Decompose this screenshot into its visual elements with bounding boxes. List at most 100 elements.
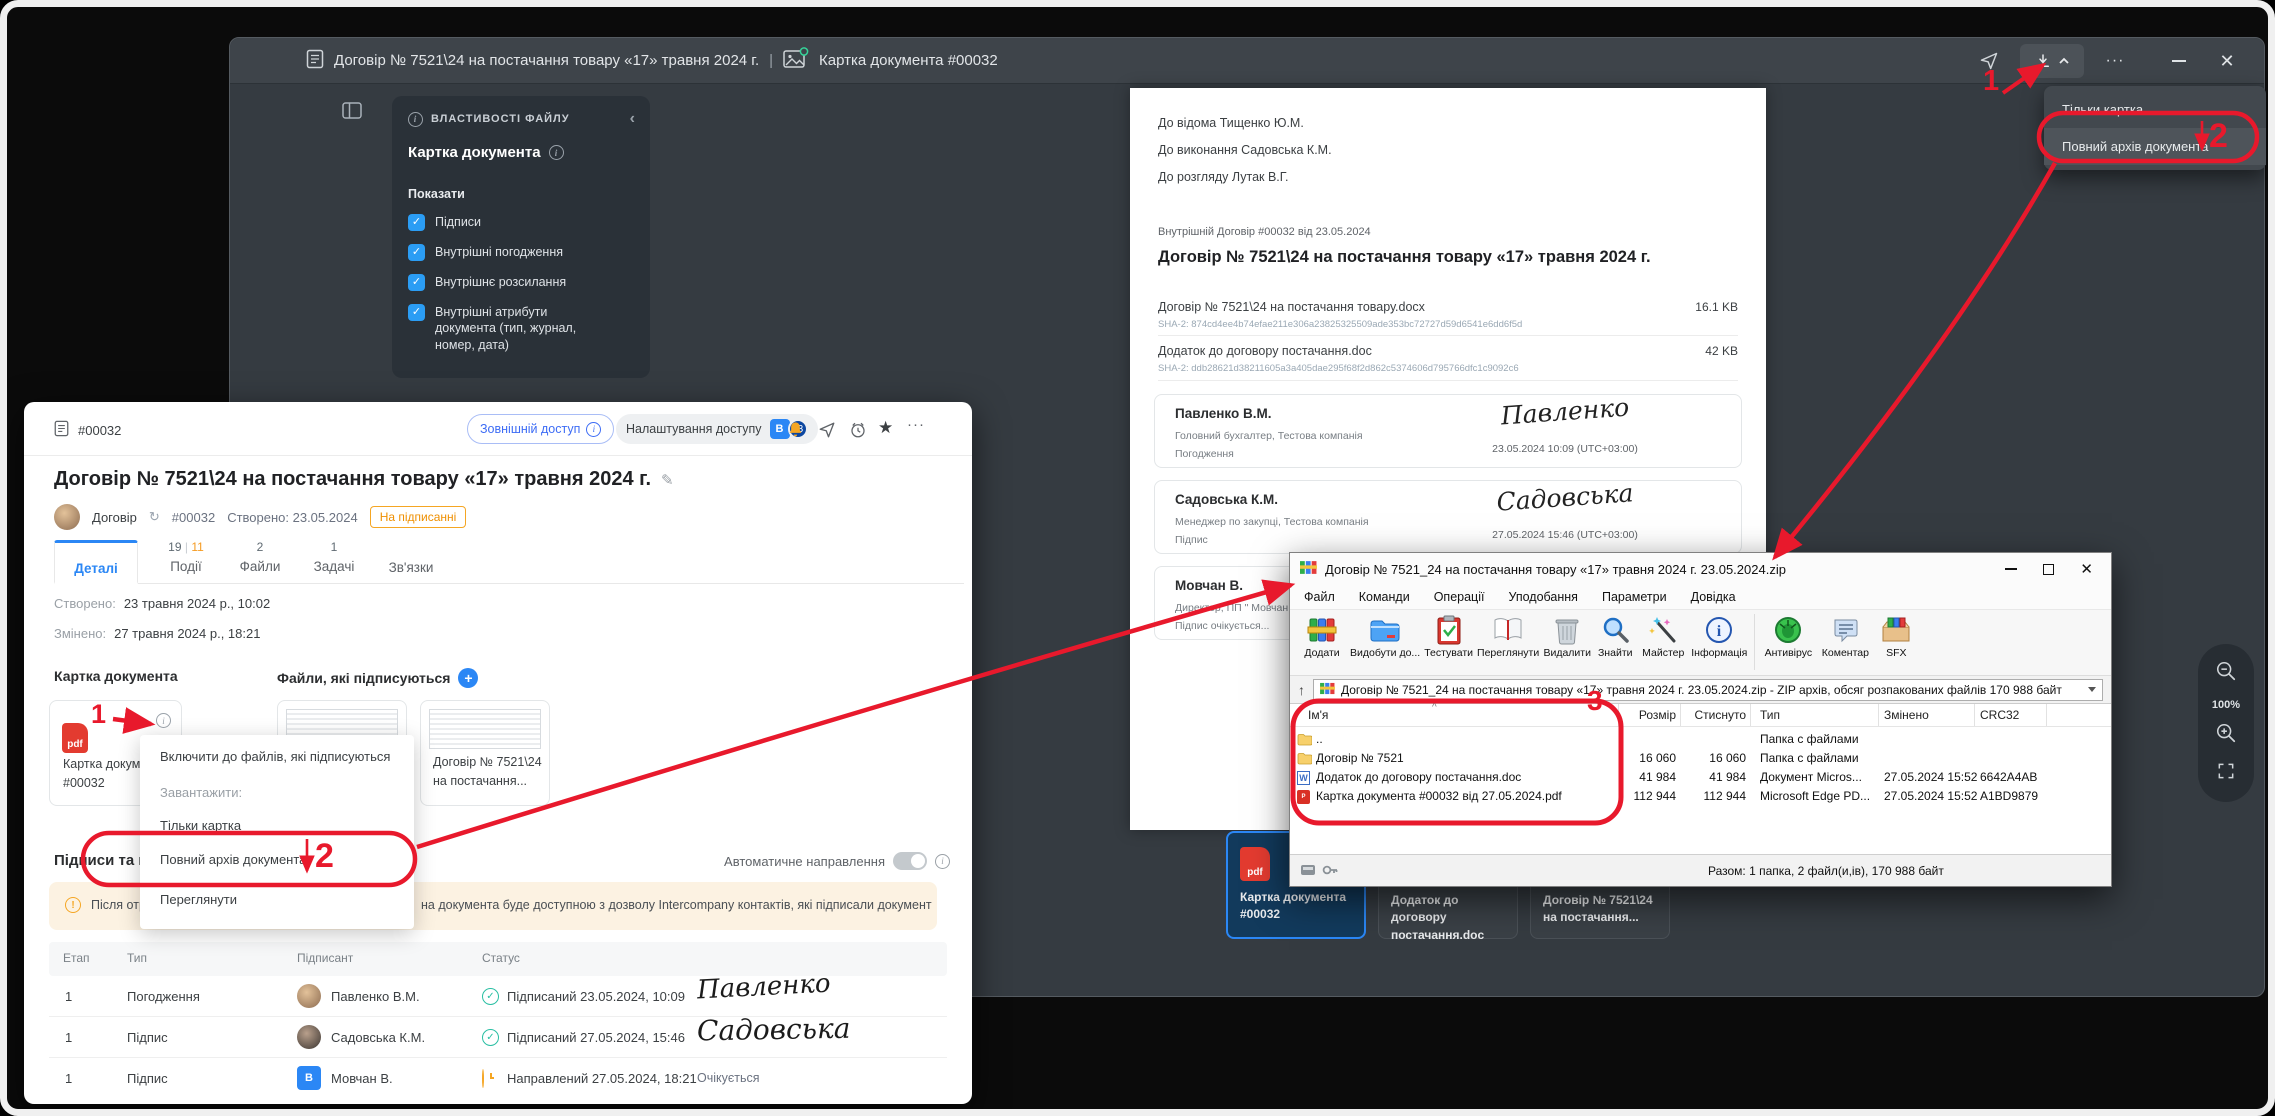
close-button[interactable]: ✕ [2210, 45, 2244, 77]
folder-up-icon [1297, 733, 1312, 749]
zoom-out-icon[interactable] [2215, 660, 2237, 687]
thumbnail-label: постачання.doc [1391, 927, 1517, 944]
viewer-card-title: Картка документа #00032 [819, 52, 998, 69]
add-file-button[interactable]: + [458, 668, 478, 688]
tab-links[interactable]: Зв'язки [380, 560, 442, 584]
menu-help[interactable]: Довідка [1691, 590, 1736, 604]
download-button[interactable] [2020, 44, 2084, 78]
file-thumbnail[interactable]: Договір № 7521\24 на постачання... [420, 700, 550, 806]
trash-icon [1554, 614, 1580, 646]
external-access-button[interactable]: Зовнішній доступ i [467, 414, 614, 444]
star-icon[interactable]: ★ [878, 418, 893, 438]
tab-events[interactable]: 19 | 11 Події [154, 540, 218, 584]
signature-row[interactable]: 1 Підпис Садовська К.М. ✓ Підписаний 27.… [49, 1017, 947, 1058]
menu-item-include-files[interactable]: Включити до файлів, які підписуються [160, 749, 390, 764]
tab-details[interactable]: Деталі [54, 540, 138, 584]
menu-item-card-only[interactable]: Тільки картка [160, 818, 241, 833]
menu-item-view[interactable]: Переглянути [160, 892, 237, 907]
more-options-icon[interactable]: ··· [907, 416, 925, 433]
image-preview-icon [783, 47, 809, 75]
column-header-name[interactable]: Ім'я [1308, 708, 1328, 722]
warning-icon: ! [65, 897, 81, 913]
toolbar-test-button[interactable]: Тестувати [1422, 614, 1475, 659]
info-icon[interactable]: i [156, 713, 171, 728]
column-header-crc[interactable]: CRC32 [1980, 708, 2019, 722]
close-button[interactable]: ✕ [2080, 562, 2093, 577]
word-doc-icon: W [1297, 771, 1310, 785]
menu-item-card-only[interactable]: Тільки картка [2044, 91, 2266, 128]
bell-icon[interactable] [786, 420, 805, 444]
row-status: Підписаний 27.05.2024, 15:46 [507, 1030, 685, 1045]
toolbar-sfx-button[interactable]: SFX [1874, 614, 1918, 659]
edit-pencil-icon[interactable]: ✎ [661, 471, 674, 489]
checkbox-checked-icon[interactable]: ✓ [408, 214, 425, 231]
toolbar-add-button[interactable]: Додати [1296, 614, 1348, 659]
thumbnail-label: Договір № 7521\24 [1543, 892, 1653, 909]
signature-script: Павленко [696, 969, 831, 1006]
checkbox-checked-icon[interactable]: ✓ [408, 274, 425, 291]
column-header-type[interactable]: Тип [1760, 708, 1780, 722]
toolbar-wizard-button[interactable]: Майстер [1637, 614, 1689, 659]
checkbox-checked-icon[interactable]: ✓ [408, 244, 425, 261]
file-row[interactable]: Договір № 7521 16 060 16 060 Папка с фай… [1290, 749, 2111, 768]
fullscreen-icon[interactable] [2216, 761, 2236, 786]
checkbox-internal-approvals[interactable]: ✓ Внутрішні погодження [392, 231, 650, 261]
checkbox-signatures[interactable]: ✓ Підписи [392, 201, 650, 231]
refresh-icon[interactable]: ↻ [149, 509, 160, 525]
menu-favorites[interactable]: Уподобання [1508, 590, 1577, 604]
toolbar-find-button[interactable]: Знайти [1593, 614, 1637, 659]
minimize-button[interactable] [2005, 568, 2017, 570]
file-row[interactable]: .. Папка с файлами [1290, 730, 2111, 749]
checkbox-internal-attributes[interactable]: ✓ Внутрішні атрибути документа (тип, жур… [392, 291, 624, 353]
info-icon: i [408, 112, 423, 127]
access-settings-label: Налаштування доступу [626, 422, 762, 436]
winrar-window: Договір № 7521_24 на постачання товару «… [1289, 552, 2112, 887]
tab-tasks[interactable]: 1 Задачі [306, 540, 362, 584]
folder-icon [1369, 614, 1401, 646]
file-row[interactable]: W Додаток до договору постачання.doc 41 … [1290, 768, 2111, 787]
menu-commands[interactable]: Команди [1359, 590, 1410, 604]
checkbox-internal-distribution[interactable]: ✓ Внутрішнє розсилання [392, 261, 650, 291]
minimize-button[interactable] [2162, 45, 2196, 77]
toolbar-extract-button[interactable]: Видобути до... [1348, 614, 1422, 659]
tab-files[interactable]: 2 Файли [232, 540, 288, 584]
zoom-controls: 100% [2198, 644, 2254, 802]
up-arrow-icon[interactable]: ↑ [1298, 682, 1305, 698]
row-status: Підписаний 23.05.2024, 10:09 [507, 989, 685, 1004]
combo-dropdown-icon[interactable] [2088, 687, 2096, 692]
more-options-icon[interactable]: ··· [2098, 45, 2132, 77]
svg-text:i: i [1717, 623, 1722, 640]
toolbar-separator [1754, 614, 1755, 670]
menu-options[interactable]: Параметри [1602, 590, 1667, 604]
menu-item-full-archive[interactable]: Повний архів документа [160, 852, 306, 867]
column-header-packed[interactable]: Стиснуто [1684, 708, 1746, 722]
title-separator: | [769, 52, 773, 69]
tab-label: Події [170, 559, 202, 574]
toolbar-comment-button[interactable]: Коментар [1816, 614, 1874, 659]
file-row[interactable]: P Картка документа #00032 від 27.05.2024… [1290, 787, 2111, 806]
winrar-icon [1320, 682, 1335, 698]
toolbar-view-button[interactable]: Переглянути [1475, 614, 1541, 659]
signature-date: 23.05.2024 10:09 (UTC+03:00) [1455, 443, 1675, 455]
winrar-icon [1300, 560, 1317, 578]
section-card-title: Картка документа [54, 668, 178, 684]
maximize-button[interactable] [2043, 564, 2054, 575]
archive-path-combo[interactable]: Договір № 7521_24 на постачання товару «… [1313, 679, 2103, 701]
column-header-size[interactable]: Розмір [1620, 708, 1676, 722]
collapse-panel-icon[interactable]: ‹ [630, 110, 636, 128]
toolbar-delete-button[interactable]: Видалити [1541, 614, 1593, 659]
reminder-clock-icon[interactable] [849, 421, 867, 444]
toolbar-antivirus-button[interactable]: Антивірус [1760, 614, 1816, 659]
signature-row[interactable]: 1 Підпис В Мовчан В. Направлений 27.05.2… [49, 1058, 947, 1099]
sidebar-toggle-icon[interactable] [342, 102, 362, 124]
signature-row[interactable]: 1 Погодження Павленко В.М. ✓ Підписаний … [49, 976, 947, 1017]
send-icon[interactable] [818, 421, 836, 444]
column-header-modified[interactable]: Змінено [1884, 708, 1929, 722]
toolbar-info-button[interactable]: i Інформація [1689, 614, 1749, 659]
menu-file[interactable]: Файл [1304, 590, 1335, 604]
checkbox-checked-icon[interactable]: ✓ [408, 304, 425, 321]
menu-operations[interactable]: Операції [1434, 590, 1485, 604]
menu-item-full-archive[interactable]: Повний архів документа [2044, 128, 2266, 165]
auto-direction-toggle[interactable] [893, 852, 927, 870]
zoom-in-icon[interactable] [2215, 722, 2237, 749]
